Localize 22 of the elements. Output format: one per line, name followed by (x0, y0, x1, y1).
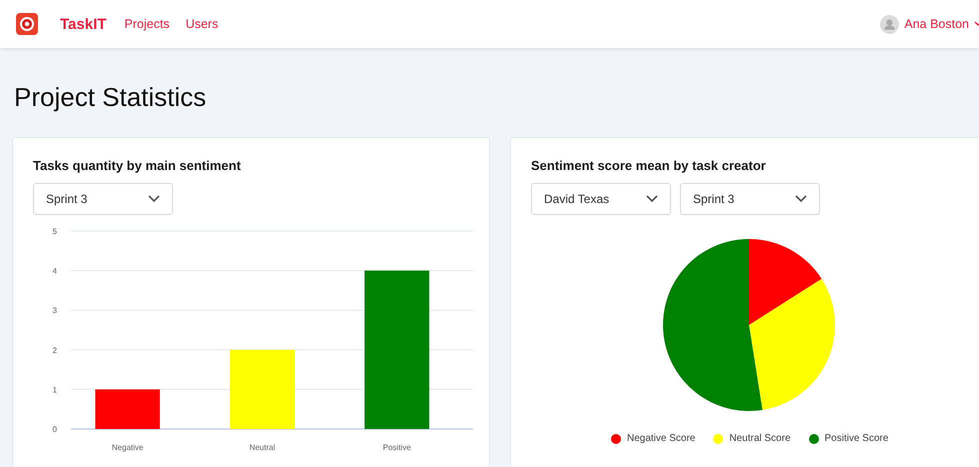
select-dropdown[interactable]: Sprint 3 (33, 183, 173, 215)
axis-label: Negative (112, 443, 144, 452)
axis-label: 4 (52, 266, 57, 276)
axis-label: Neutral (249, 443, 276, 452)
axis-label: 0 (52, 425, 57, 434)
axis-label: 3 (52, 306, 57, 316)
card-title: Tasks quantity by main sentiment (33, 158, 242, 173)
brand-name[interactable]: TaskIT (60, 16, 106, 32)
axis-label: 5 (52, 227, 57, 236)
select-dropdown[interactable]: David Texas (531, 183, 671, 215)
legend-label[interactable]: Neutral Score (729, 433, 791, 444)
axis-label: Positive (382, 443, 411, 452)
page-title: Project Statistics (14, 82, 208, 113)
axis-label: 2 (52, 346, 57, 355)
nav-link[interactable]: Projects (124, 17, 170, 31)
card-title: Sentiment score mean by task creator (531, 158, 767, 173)
axis-label: 1 (52, 385, 57, 394)
select-dropdown[interactable]: Sprint 3 (680, 183, 820, 215)
nav-link[interactable]: Users (186, 17, 218, 31)
legend-label[interactable]: Negative Score (627, 433, 696, 444)
legend-label[interactable]: Positive Score (824, 433, 888, 444)
user-name[interactable]: Ana Boston (904, 17, 969, 31)
